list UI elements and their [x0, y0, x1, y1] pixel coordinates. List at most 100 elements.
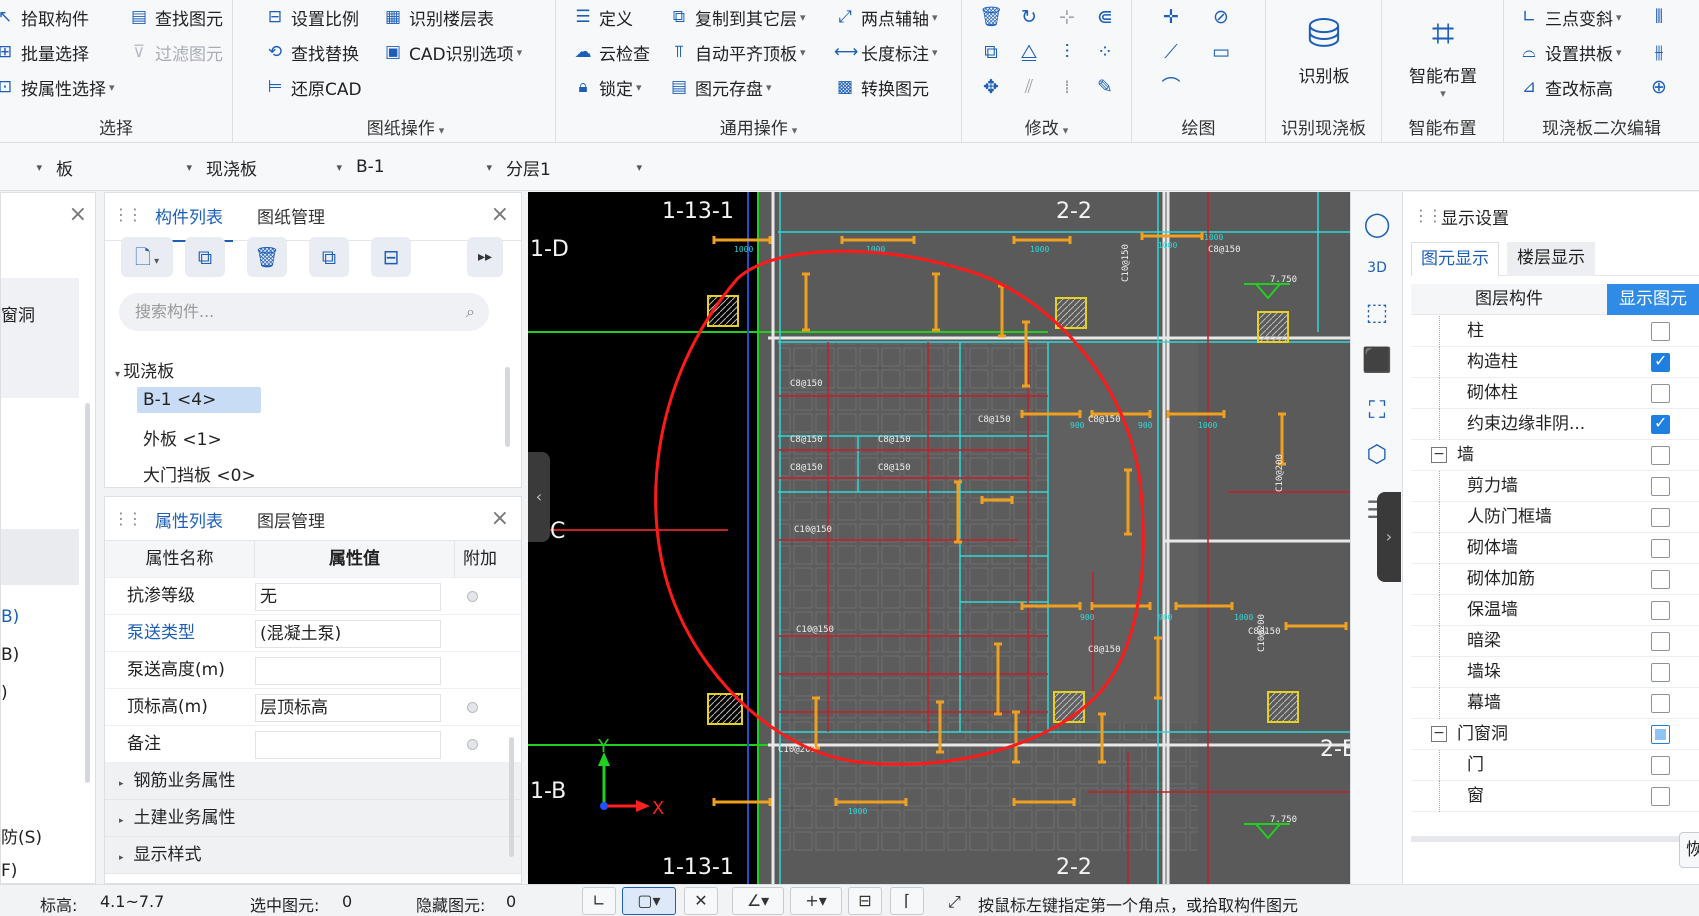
collapse-icon[interactable]: −: [1431, 447, 1447, 463]
nav-item[interactable]: 防(S): [1, 823, 42, 848]
nav-item[interactable]: ): [1, 683, 8, 703]
nav-item-window-hole[interactable]: 窗洞: [1, 301, 35, 326]
show-element-checkbox[interactable]: [1651, 351, 1670, 372]
show-element-checkbox[interactable]: [1651, 632, 1670, 651]
pick-component-button[interactable]: ↖ 拾取构件: [0, 2, 89, 32]
display-icon[interactable]: ⊟: [848, 887, 882, 915]
property-value-input[interactable]: 层顶标高: [255, 694, 441, 722]
collapse-left-handle[interactable]: ‹: [528, 452, 550, 542]
cad-options-button[interactable]: ▣ CAD识别选项 ▾: [382, 37, 522, 67]
show-element-checkbox[interactable]: [1651, 601, 1670, 620]
orbit-icon[interactable]: ◯: [1359, 206, 1395, 242]
three-point-slope-button[interactable]: ∟ 三点变斜 ▾: [1518, 2, 1622, 32]
scrollbar[interactable]: [505, 367, 510, 447]
snap-icon[interactable]: +▾: [790, 887, 842, 915]
convert-element-button[interactable]: ▩ 转换图元: [834, 72, 929, 102]
show-element-checkbox[interactable]: [1651, 570, 1670, 589]
grip-icon[interactable]: ⋮⋮: [1413, 206, 1443, 225]
cross-select-icon[interactable]: ✕: [684, 887, 718, 915]
show-element-checkbox[interactable]: [1651, 694, 1670, 713]
define-button[interactable]: ☰ 定义: [572, 2, 633, 32]
additional-radio[interactable]: [467, 702, 478, 713]
show-element-checkbox[interactable]: [1651, 787, 1670, 806]
show-element-checkbox[interactable]: [1651, 384, 1670, 403]
rotate-point-icon[interactable]: ⊘: [1204, 2, 1238, 32]
close-icon[interactable]: ×: [491, 506, 509, 531]
two-point-axis-button[interactable]: ⤢ 两点辅轴 ▾: [834, 2, 937, 32]
additional-radio[interactable]: [467, 739, 478, 750]
slab-edit-icon[interactable]: ⫴: [1642, 2, 1676, 32]
delete-icon[interactable]: 🗑︎: [974, 2, 1008, 32]
new-component-button[interactable]: 🗋︎ ▾: [121, 237, 173, 277]
property-value-input[interactable]: (混凝土泵): [255, 620, 441, 648]
type-select[interactable]: 现浇板 ▾: [202, 152, 348, 182]
select-by-property-button[interactable]: ⊡ 按属性选择 ▾: [0, 72, 115, 102]
find-replace-button[interactable]: ⟲ 查找替换: [264, 37, 359, 67]
grip-icon[interactable]: ⋮⋮: [113, 205, 143, 224]
extend-icon[interactable]: ⊹: [1050, 2, 1084, 32]
close-icon[interactable]: ×: [69, 202, 87, 227]
tab-drawing-management[interactable]: 图纸管理: [257, 203, 325, 228]
rotate-icon[interactable]: ↻: [1012, 2, 1046, 32]
offset-icon[interactable]: ⋐: [1088, 2, 1122, 32]
angle-icon[interactable]: ∠▾: [732, 887, 784, 915]
align-icon[interactable]: ⫶: [1050, 37, 1084, 67]
tree-item-door-slab[interactable]: 大门挡板 <0>: [143, 461, 256, 486]
trim-icon[interactable]: ⫽: [1012, 72, 1046, 102]
cube-solid-icon[interactable]: ⬛: [1359, 342, 1395, 378]
check-elevation-button[interactable]: ⊿ 查改标高: [1518, 72, 1613, 102]
box-select-icon[interactable]: ▢▾: [622, 887, 676, 915]
show-element-checkbox[interactable]: [1651, 539, 1670, 558]
move-icon[interactable]: ✥: [974, 72, 1008, 102]
scrollbar[interactable]: [85, 403, 90, 783]
nav-item[interactable]: B): [1, 645, 19, 665]
slab-edit3-icon[interactable]: ⊕: [1642, 72, 1676, 102]
show-element-checkbox[interactable]: [1651, 322, 1670, 341]
tab-property-list[interactable]: 属性列表: [145, 507, 233, 546]
recognize-slab-button[interactable]: ⛁ 识别板: [1284, 6, 1364, 87]
arch-slab-button[interactable]: ⌓ 设置拱板 ▾: [1518, 37, 1621, 67]
show-element-checkbox[interactable]: [1651, 413, 1670, 434]
tab-component-list[interactable]: 构件列表: [145, 203, 233, 242]
property-value-input[interactable]: 无: [255, 583, 441, 611]
additional-radio[interactable]: [467, 591, 478, 602]
restore-button[interactable]: 恢: [1679, 832, 1699, 868]
grip-icon[interactable]: ⋮⋮: [113, 509, 143, 528]
floor-select[interactable]: ▾: [0, 152, 48, 182]
delete-component-button[interactable]: 🗑︎: [247, 237, 287, 277]
collapse-right-handle[interactable]: ›: [1377, 492, 1401, 582]
nav-item[interactable]: B): [1, 607, 19, 627]
copy-to-layer-button[interactable]: ⧉ 复制到其它层 ▾: [668, 2, 806, 32]
length-dimension-button[interactable]: ⟷ 长度标注 ▾: [834, 37, 938, 67]
batch-select-button[interactable]: ⊞ 批量选择: [0, 37, 89, 67]
show-element-checkbox[interactable]: [1651, 725, 1670, 744]
scrollbar[interactable]: [509, 737, 514, 857]
line-icon[interactable]: ⟋: [1154, 37, 1188, 67]
slab-subregion[interactable]: [1048, 342, 1198, 722]
break-icon[interactable]: ⁞: [1050, 72, 1084, 102]
fit-view-icon[interactable]: ⛶: [1359, 392, 1395, 428]
property-group[interactable]: ▸ 显示样式: [105, 837, 521, 874]
scrollbar-horizontal[interactable]: [1411, 836, 1699, 842]
property-group[interactable]: ▸ 钢筋业务属性: [105, 763, 521, 800]
copy-component-button[interactable]: ⧉: [185, 237, 225, 277]
layer-copy-button[interactable]: ⧉: [309, 237, 349, 277]
close-icon[interactable]: ×: [491, 202, 509, 227]
dynamic-input-icon[interactable]: ⌈: [890, 887, 924, 915]
array-icon[interactable]: ⁘: [1088, 37, 1122, 67]
save-element-button[interactable]: ▤ 图元存盘 ▾: [668, 72, 772, 102]
3d-view-icon[interactable]: 3D: [1359, 250, 1395, 286]
tab-layer-management[interactable]: 图层管理: [257, 507, 325, 532]
filter-element-button[interactable]: ⊽ 过滤图元: [128, 37, 223, 67]
tree-root-cast-slab[interactable]: ▾ 现浇板: [115, 357, 174, 382]
property-group[interactable]: ▸ 土建业务属性: [105, 800, 521, 837]
show-element-checkbox[interactable]: [1651, 508, 1670, 527]
copy-icon[interactable]: ⧉: [974, 37, 1008, 67]
cube-view-icon[interactable]: ⬚: [1359, 294, 1395, 330]
restore-cad-button[interactable]: ⊨ 还原CAD: [264, 72, 362, 102]
rectangle-icon[interactable]: ▭: [1204, 37, 1238, 67]
mirror-icon[interactable]: ⧋: [1012, 37, 1046, 67]
tab-element-display[interactable]: 图元显示: [1411, 242, 1499, 276]
tree-item-outer-slab[interactable]: 外板 <1>: [143, 425, 222, 450]
set-scale-button[interactable]: ⊟ 设置比例: [264, 2, 359, 32]
